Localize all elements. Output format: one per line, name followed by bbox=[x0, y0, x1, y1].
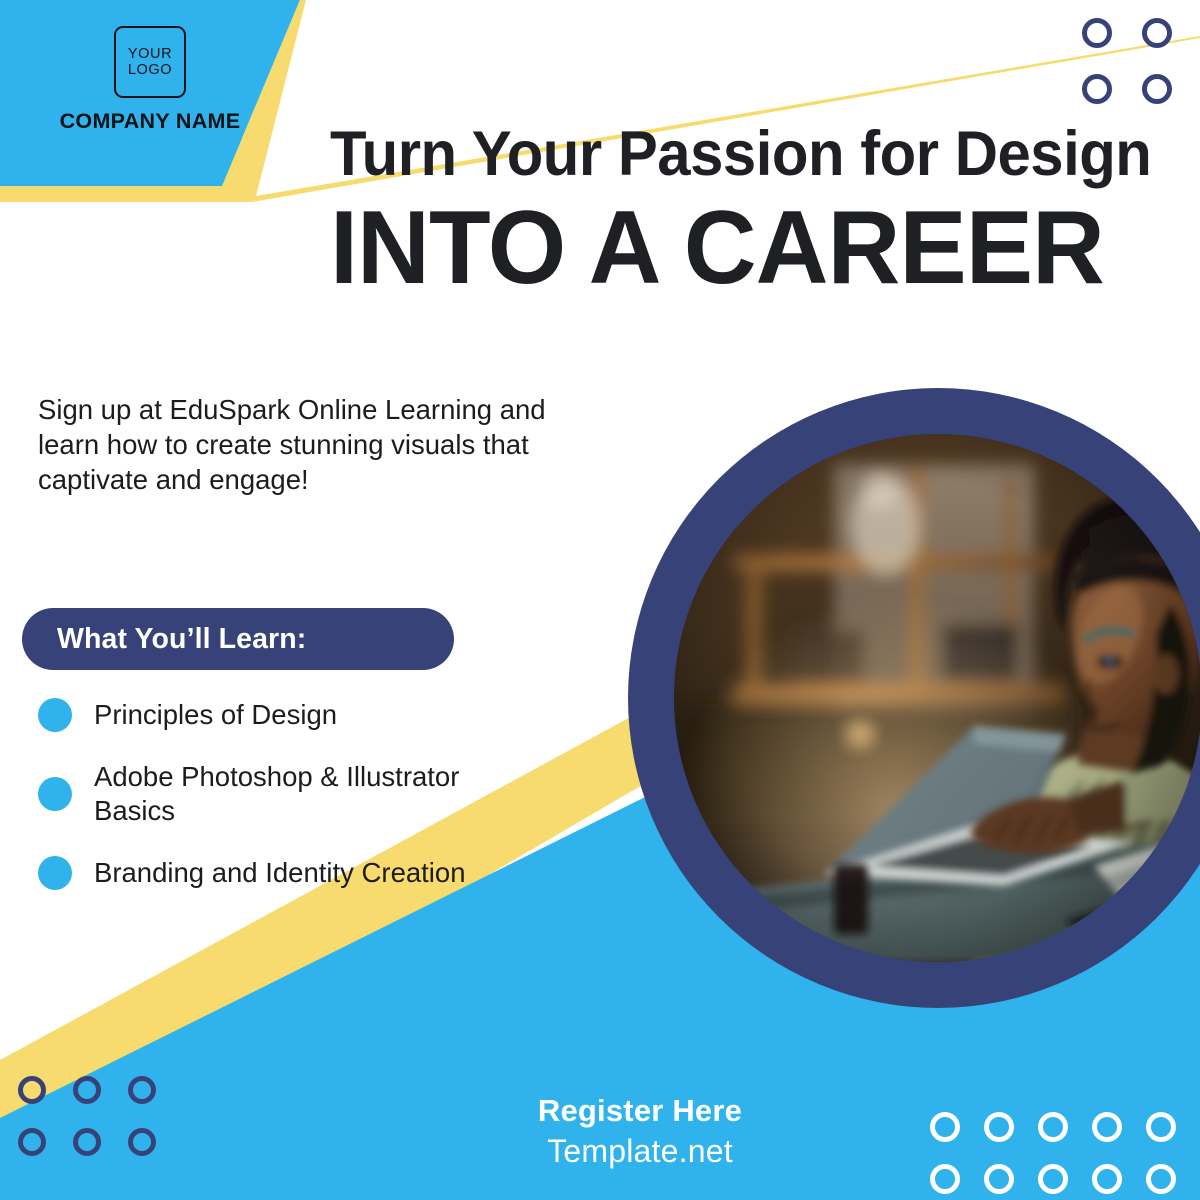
list-item-label: Branding and Identity Creation bbox=[94, 857, 466, 889]
dot-grid-bottom-left bbox=[18, 1076, 156, 1156]
poster-canvas: YOUR LOGO COMPANY NAME Turn Your Passion… bbox=[0, 0, 1200, 1200]
ring-dot-icon bbox=[1146, 1112, 1176, 1142]
logo-line-2: LOGO bbox=[127, 62, 173, 78]
logo-placeholder-box: YOUR LOGO bbox=[114, 26, 186, 98]
ring-dot-icon bbox=[1038, 1112, 1068, 1142]
photo-ring-frame bbox=[628, 388, 1200, 1008]
headline-line-2: INTO A CAREER bbox=[330, 189, 1105, 306]
ring-dot-icon bbox=[128, 1076, 156, 1104]
ring-dot-icon bbox=[18, 1128, 46, 1156]
list-item-label: Adobe Photoshop & Illustrator Basics bbox=[94, 761, 460, 827]
headline-line-1: Turn Your Passion for Design bbox=[330, 119, 1152, 189]
brand-block: YOUR LOGO COMPANY NAME bbox=[0, 0, 300, 190]
list-item: Adobe Photoshop & Illustrator Basics bbox=[38, 760, 498, 828]
ring-dot-icon bbox=[1092, 1164, 1122, 1194]
ring-dot-icon bbox=[930, 1112, 960, 1142]
ring-dot-icon bbox=[1142, 18, 1172, 48]
photo-circle bbox=[674, 434, 1200, 962]
learn-list: Principles of Design Adobe Photoshop & I… bbox=[38, 698, 498, 918]
footer-block: Register Here Template.net bbox=[380, 1092, 900, 1171]
bullet-dot-icon bbox=[38, 777, 72, 812]
dot-grid-top-right bbox=[1082, 18, 1172, 104]
body-paragraph: Sign up at EduSpark Online Learning and … bbox=[38, 394, 546, 496]
ring-dot-icon bbox=[128, 1128, 156, 1156]
ring-dot-icon bbox=[18, 1076, 46, 1104]
bullet-dot-icon bbox=[38, 856, 72, 891]
logo-line-1: YOUR bbox=[127, 45, 173, 62]
list-item: Branding and Identity Creation bbox=[38, 856, 498, 891]
register-cta[interactable]: Register Here bbox=[380, 1092, 900, 1130]
headline-block: Turn Your Passion for Design INTO A CARE… bbox=[330, 119, 1180, 306]
ring-dot-icon bbox=[73, 1128, 101, 1156]
bullet-dot-icon bbox=[38, 698, 72, 733]
what-youll-learn-pill: What You’ll Learn: bbox=[22, 608, 454, 670]
ring-dot-icon bbox=[1092, 1112, 1122, 1142]
ring-dot-icon bbox=[984, 1164, 1014, 1194]
website-url[interactable]: Template.net bbox=[380, 1132, 900, 1172]
ring-dot-icon bbox=[1038, 1164, 1068, 1194]
list-item: Principles of Design bbox=[38, 698, 498, 733]
list-item-label: Principles of Design bbox=[94, 699, 338, 730]
ring-dot-icon bbox=[73, 1076, 101, 1104]
ring-dot-icon bbox=[1082, 74, 1112, 104]
photo-illustration bbox=[674, 434, 1200, 962]
dot-grid-bottom-right bbox=[930, 1112, 1176, 1194]
ring-dot-icon bbox=[984, 1112, 1014, 1142]
ring-dot-icon bbox=[1082, 18, 1112, 48]
ring-dot-icon bbox=[1146, 1164, 1176, 1194]
ring-dot-icon bbox=[1142, 74, 1172, 104]
company-name: COMPANY NAME bbox=[59, 109, 241, 133]
ring-dot-icon bbox=[930, 1164, 960, 1194]
pill-label: What You’ll Learn: bbox=[57, 622, 307, 655]
